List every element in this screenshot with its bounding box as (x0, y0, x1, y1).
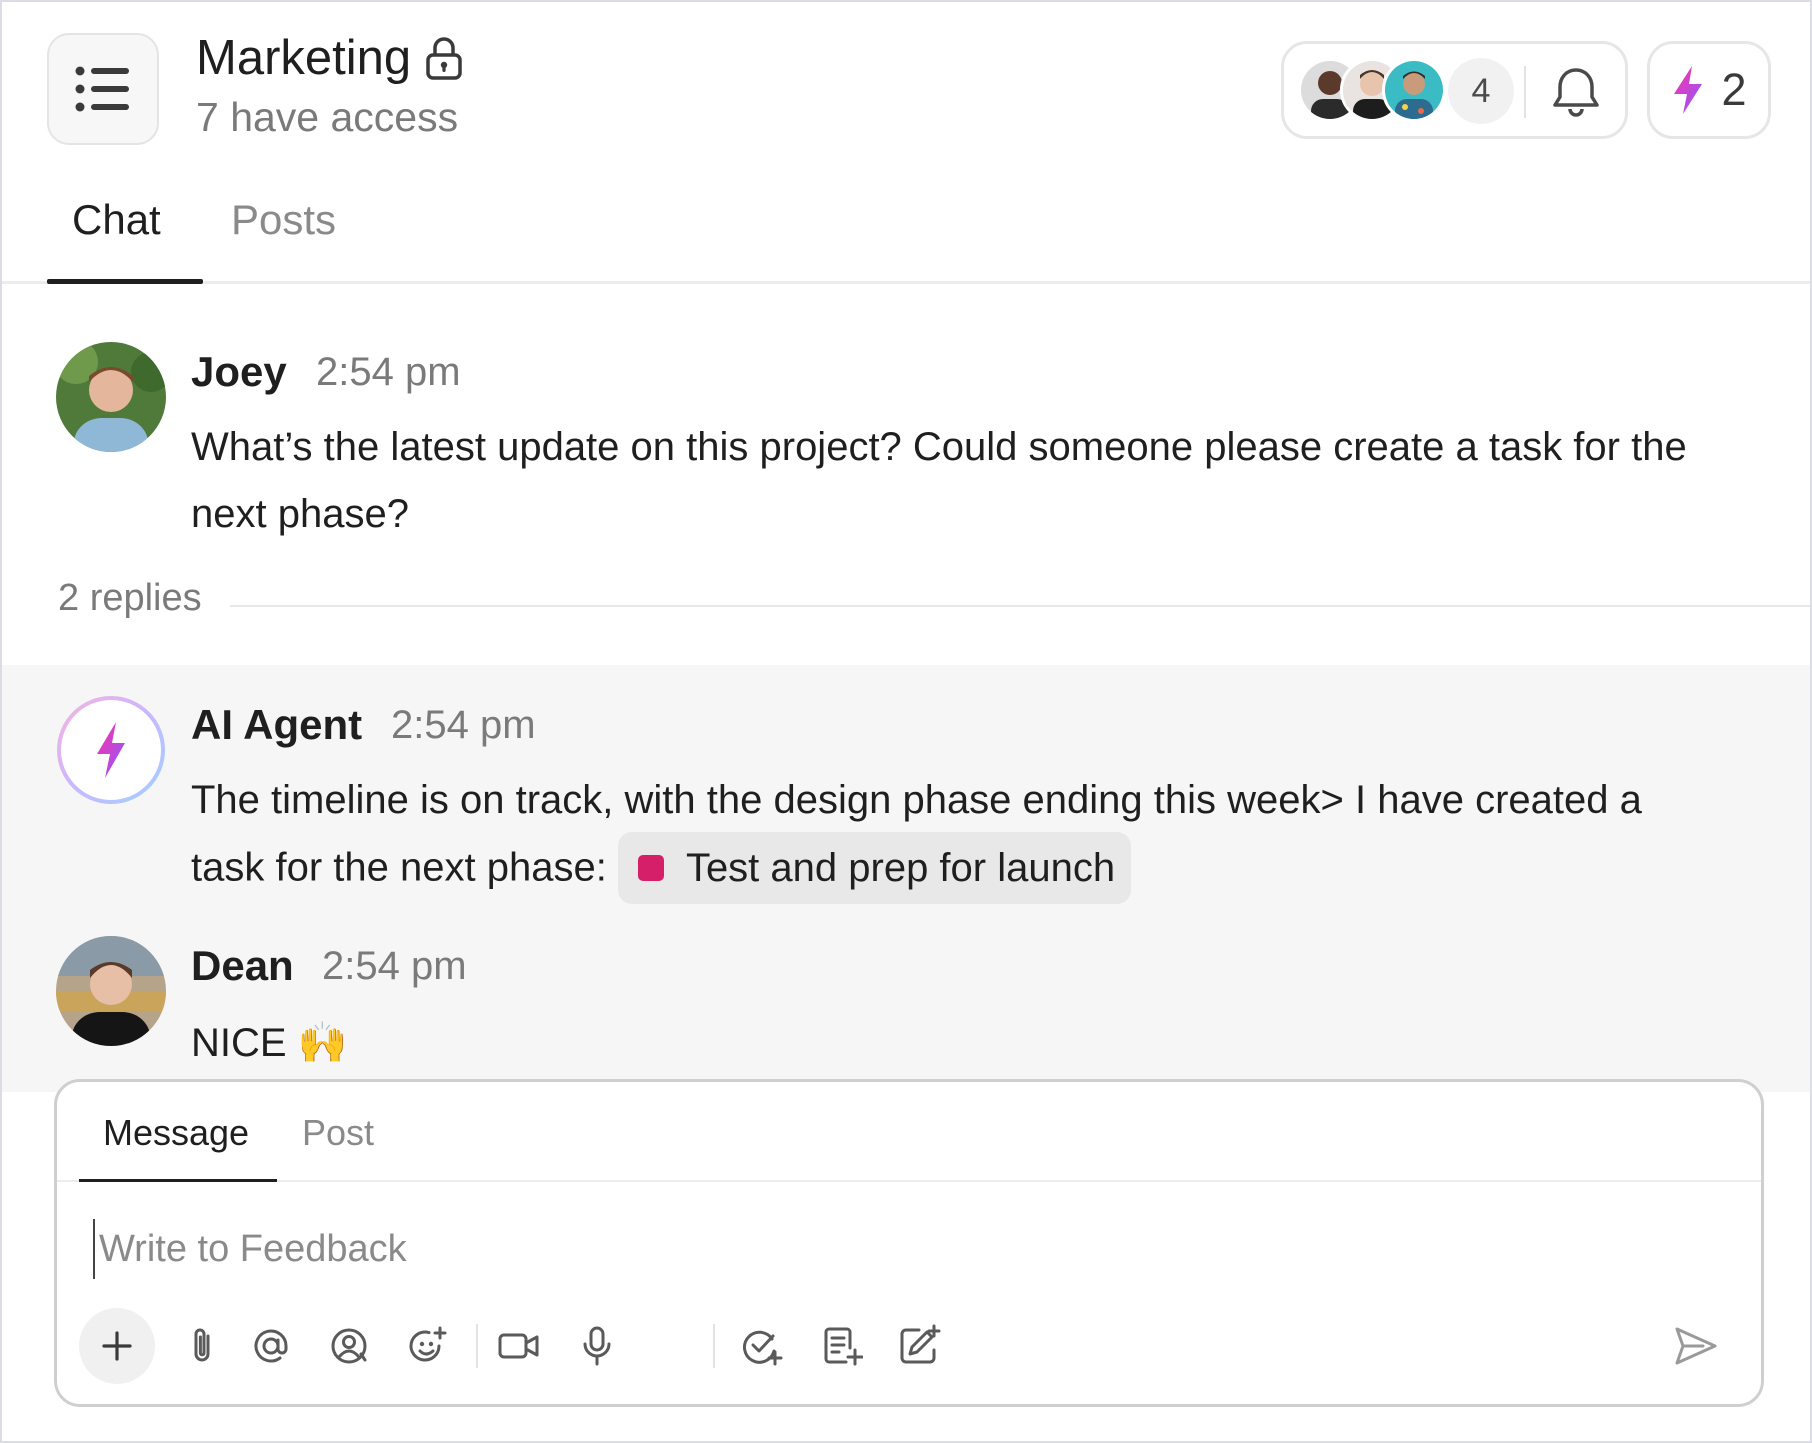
channel-name: Marketing (196, 31, 412, 85)
tab-chat[interactable]: Chat (72, 196, 161, 244)
channel-tabs: Chat Posts (2, 172, 1810, 284)
active-tab-indicator (47, 279, 203, 284)
user-mention-icon[interactable] (327, 1324, 371, 1368)
divider (230, 605, 1810, 607)
whiteboard-icon[interactable] (897, 1324, 941, 1368)
task-chip[interactable]: Test and prep for launch (617, 832, 1132, 904)
microphone-icon[interactable] (575, 1324, 619, 1368)
timestamp: 2:54 pm (316, 350, 461, 394)
timestamp: 2:54 pm (391, 703, 536, 747)
task-status-icon (637, 855, 664, 881)
tab-post[interactable]: Post (302, 1112, 374, 1154)
lock-icon (426, 37, 462, 80)
add-button[interactable] (79, 1308, 155, 1384)
doc-icon[interactable] (819, 1324, 863, 1368)
message-text: What’s the latest update on this project… (191, 425, 1687, 536)
divider (1524, 66, 1526, 118)
avatar (1382, 58, 1446, 122)
divider (713, 1324, 715, 1368)
lightning-icon (1674, 66, 1703, 114)
menu-button[interactable] (47, 33, 159, 145)
plus-icon (102, 1331, 132, 1361)
channel-title[interactable]: Marketing (196, 30, 463, 86)
composer-tabs: Message Post (57, 1082, 1761, 1182)
message-text: NICE 🙌 (191, 1021, 348, 1065)
author-name[interactable]: Joey (191, 348, 287, 396)
access-text: 7 have access (196, 94, 459, 140)
tab-message[interactable]: Message (103, 1112, 249, 1154)
task-icon[interactable] (739, 1324, 783, 1368)
send-icon[interactable] (1673, 1324, 1719, 1368)
tab-posts[interactable]: Posts (231, 196, 336, 244)
lightning-icon (97, 722, 125, 778)
avatar[interactable] (56, 342, 166, 452)
divider (476, 1324, 478, 1368)
attachment-icon[interactable] (181, 1324, 225, 1368)
message-composer: Message Post (54, 1079, 1764, 1407)
list-icon (75, 66, 129, 112)
bell-icon[interactable] (1546, 62, 1606, 122)
timestamp: 2:54 pm (322, 944, 467, 988)
ai-agents-button[interactable]: 2 (1647, 41, 1771, 139)
author-name[interactable]: AI Agent (191, 701, 362, 749)
author-name[interactable]: Dean (191, 942, 294, 990)
member-overflow-count: 4 (1448, 58, 1514, 124)
chat-panel: Marketing 7 have access 4 2 Chat Posts J… (0, 0, 1812, 1443)
ai-agent-avatar[interactable] (57, 696, 165, 804)
video-icon[interactable] (497, 1324, 541, 1368)
composer-toolbar (79, 1308, 1739, 1384)
member-avatars[interactable]: 4 (1298, 58, 1538, 124)
ai-count: 2 (1721, 64, 1747, 115)
active-tab-indicator (79, 1179, 277, 1182)
members-button[interactable]: 4 (1281, 41, 1628, 139)
emoji-icon[interactable] (405, 1324, 449, 1368)
replies-link[interactable]: 2 replies (58, 577, 202, 620)
mention-icon[interactable] (249, 1324, 293, 1368)
message-body: The timeline is on track, with the desig… (191, 767, 1721, 906)
message-input[interactable] (93, 1219, 1593, 1279)
task-label: Test and prep for launch (685, 845, 1116, 890)
avatar[interactable] (56, 936, 166, 1046)
